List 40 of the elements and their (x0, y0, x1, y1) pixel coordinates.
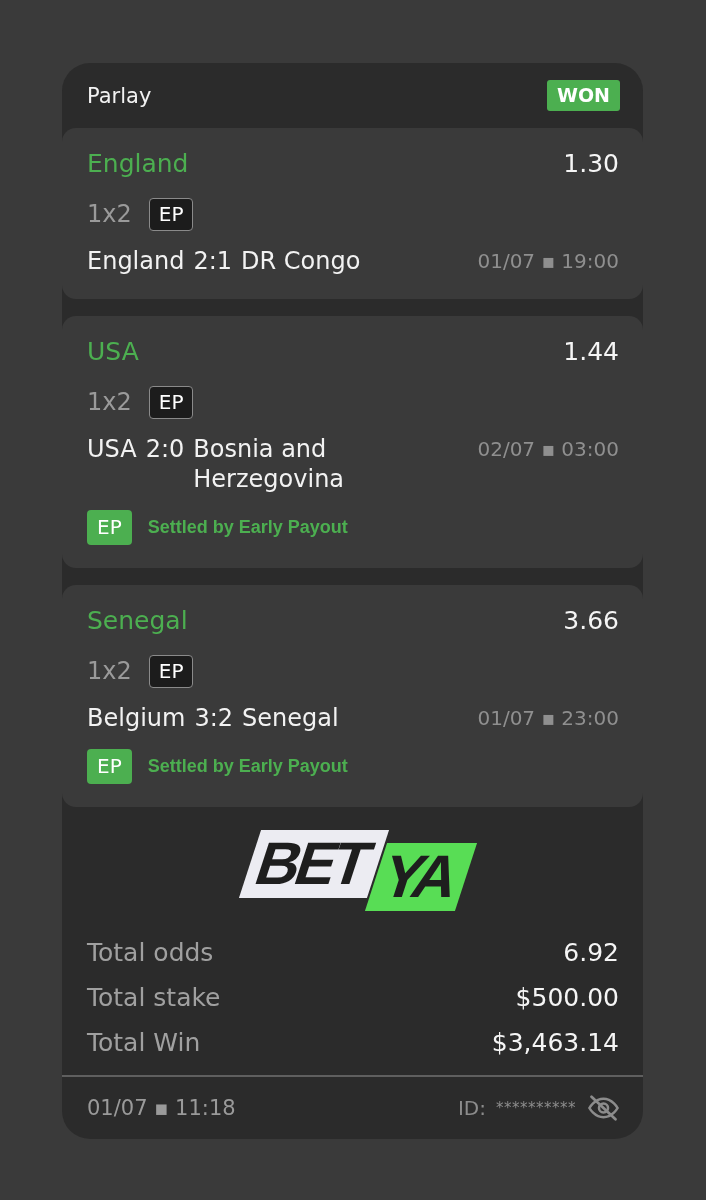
settlement-note: Settled by Early Payout (147, 756, 348, 777)
total-value: $500.00 (515, 983, 619, 1012)
match-date-time: 02/07 ▪ 03:00 (477, 436, 619, 463)
early-payout-badge: EP (87, 749, 132, 784)
away-team: Bosnia and Herzegovina (193, 434, 346, 494)
odds-value: 3.66 (563, 605, 619, 637)
total-value: 6.92 (563, 938, 619, 967)
match-score: 2:0 (145, 434, 185, 464)
id-value: ********** (496, 1099, 576, 1117)
odds-value: 1.44 (563, 336, 619, 368)
total-label: Total stake (87, 983, 221, 1012)
status-badge: WON (547, 80, 620, 111)
total-label: Total Win (87, 1028, 201, 1057)
pick-name: England (87, 148, 189, 180)
away-team: DR Congo (241, 246, 361, 276)
early-payout-badge: EP (87, 510, 132, 545)
id-label: ID: (457, 1096, 486, 1120)
bet-placed-date: 01/07 ▪ 11:18 (87, 1096, 236, 1120)
match-score: 2:1 (193, 246, 233, 276)
early-payout-tag: EP (148, 385, 194, 419)
total-value: $3,463.14 (491, 1028, 619, 1057)
pick-name: USA (87, 336, 139, 368)
pick-name: Senegal (87, 605, 188, 637)
early-payout-tag: EP (148, 654, 194, 688)
market-label: 1x2 (87, 199, 132, 230)
home-team: Belgium (87, 703, 186, 733)
settlement-note: Settled by Early Payout (147, 517, 348, 538)
home-team: England (87, 246, 185, 276)
market-label: 1x2 (87, 656, 132, 687)
match-date-time: 01/07 ▪ 19:00 (477, 248, 619, 275)
home-team: USA (87, 434, 137, 464)
early-payout-tag: EP (148, 197, 194, 231)
odds-value: 1.30 (563, 148, 619, 180)
total-label: Total odds (87, 938, 214, 967)
match-date-time: 01/07 ▪ 23:00 (477, 705, 619, 732)
market-label: 1x2 (87, 387, 132, 418)
bet-type-title: Parlay (87, 83, 152, 108)
eye-slash-icon[interactable] (588, 1095, 619, 1121)
match-score: 3:2 (194, 703, 233, 733)
away-team: Senegal (242, 703, 339, 733)
